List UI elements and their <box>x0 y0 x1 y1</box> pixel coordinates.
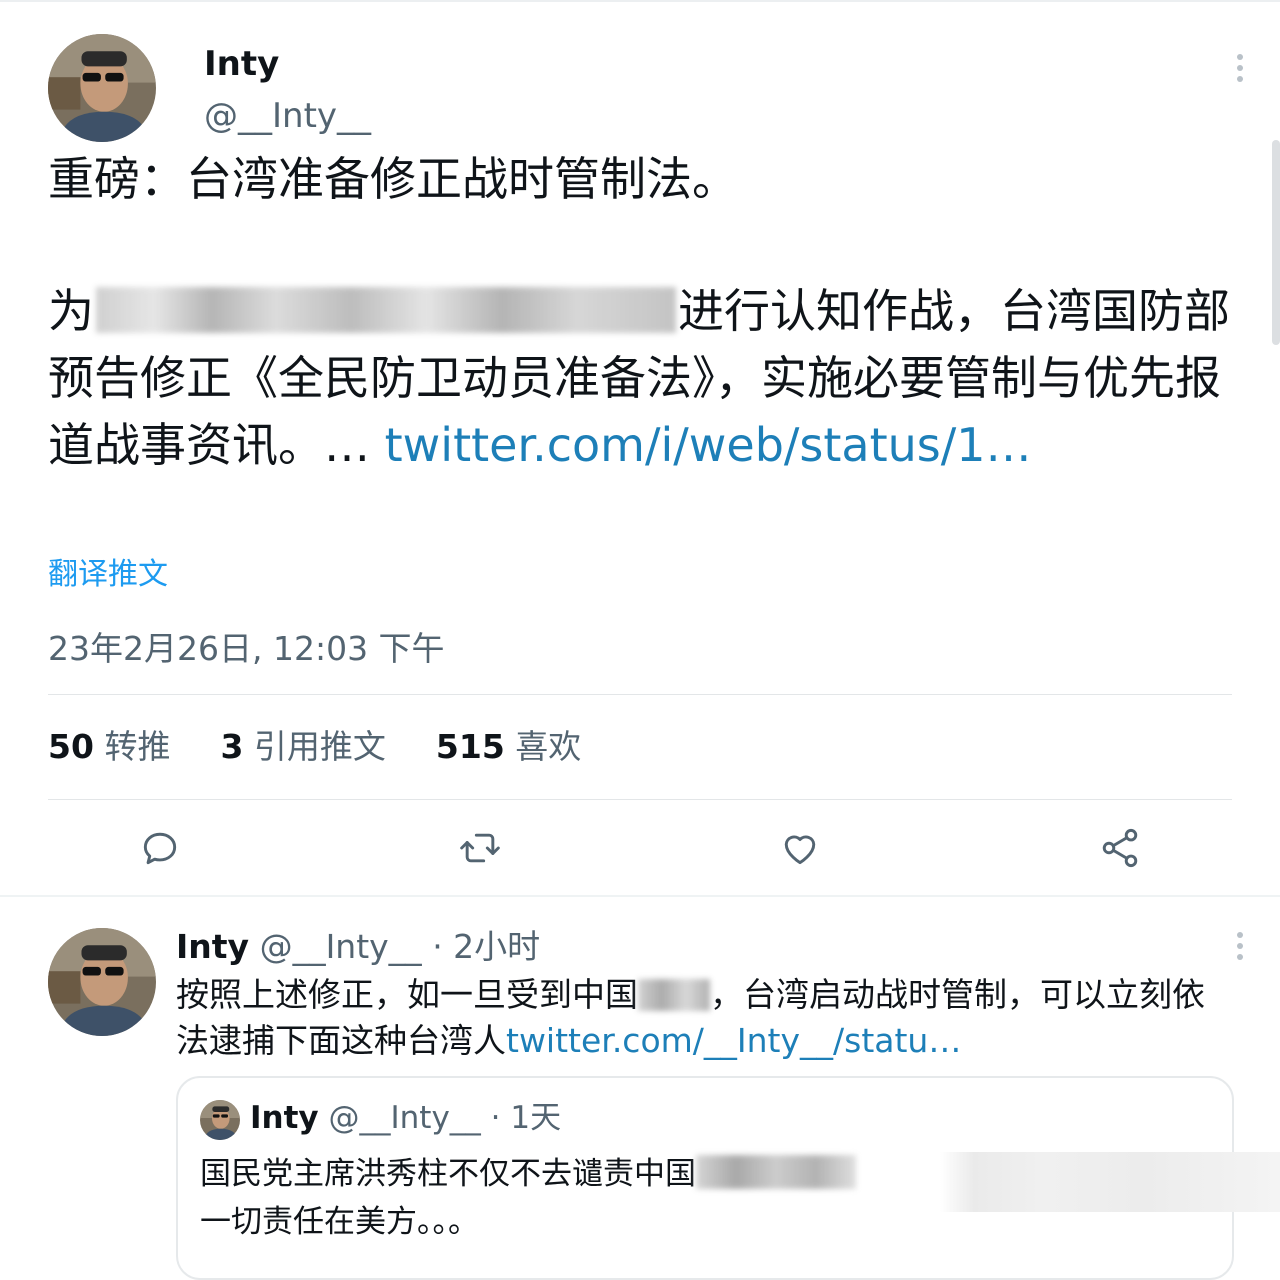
quote-author-handle: @__Inty__ <box>328 1100 481 1136</box>
like-icon[interactable] <box>778 826 822 870</box>
reply-author-handle[interactable]: @__Inty__ <box>260 927 422 966</box>
quote-author-name: Inty <box>250 1100 319 1136</box>
quote-text-part2: 一切责任在美方。。。 <box>200 1204 479 1240</box>
likes-stat[interactable]: 515 喜欢 <box>436 726 581 768</box>
quotes-count: 3 <box>220 727 244 766</box>
scrollbar[interactable] <box>1272 140 1280 345</box>
quote-text-part1: 国民党主席洪秀柱不仅不去谴责中国 <box>200 1156 696 1192</box>
author-avatar[interactable] <box>48 34 156 142</box>
quote-header: Inty @__Inty__ · 1天 <box>250 1098 561 1138</box>
tweet-stats: 50 转推 3 引用推文 515 喜欢 <box>48 726 631 768</box>
retweets-count: 50 <box>48 727 94 766</box>
divider <box>48 799 1232 800</box>
tweet-link[interactable]: twitter.com/i/web/status/1… <box>385 418 1032 472</box>
tweet-body-prefix: 为 <box>48 284 94 338</box>
redaction-fade <box>940 1152 1280 1212</box>
reply-more-options-icon[interactable] <box>1236 932 1244 960</box>
author-handle[interactable]: @__Inty__ <box>204 96 371 136</box>
top-border <box>0 0 1280 2</box>
reply-text: 按照上述修正，如一旦受到中国 ，台湾启动战时管制，可以立刻依法逮捕下面这种台湾人t… <box>176 972 1236 1064</box>
translate-tweet-link[interactable]: 翻译推文 <box>48 556 168 594</box>
share-icon[interactable] <box>1098 826 1142 870</box>
quotes-label: 引用推文 <box>253 727 386 766</box>
retweets-label: 转推 <box>104 727 171 766</box>
section-divider <box>0 895 1280 897</box>
likes-label: 喜欢 <box>515 727 582 766</box>
retweet-icon[interactable] <box>458 826 502 870</box>
quote-author-avatar <box>200 1100 240 1140</box>
redacted-blur <box>696 1155 856 1189</box>
more-options-icon[interactable] <box>1236 54 1244 82</box>
reply-author-avatar[interactable] <box>48 928 156 1036</box>
reply-icon[interactable] <box>138 826 182 870</box>
redacted-blur <box>96 287 676 333</box>
author-name[interactable]: Inty <box>204 44 279 84</box>
tweet-body: 为进行认知作战，台湾国防部预告修正《全民防卫动员准备法》，实施必要管制与优先报道… <box>48 278 1238 479</box>
reply-author-name[interactable]: Inty <box>176 927 249 966</box>
redacted-blur <box>638 979 710 1011</box>
reply-link[interactable]: twitter.com/__Inty__/statu… <box>506 1021 961 1060</box>
divider <box>48 694 1232 695</box>
retweets-stat[interactable]: 50 转推 <box>48 726 170 768</box>
reply-time[interactable]: · 2小时 <box>432 927 540 966</box>
quotes-stat[interactable]: 3 引用推文 <box>220 726 385 768</box>
tweet-timestamp[interactable]: 23年2月26日, 12:03 下午 <box>48 628 445 670</box>
tweet-headline: 重磅：台湾准备修正战时管制法。 <box>48 152 738 206</box>
reply-header: Inty @__Inty__ · 2小时 <box>176 926 540 968</box>
quote-time: · 1天 <box>490 1100 562 1136</box>
likes-count: 515 <box>435 727 505 766</box>
reply-text-part1: 按照上述修正，如一旦受到中国 <box>176 975 638 1014</box>
